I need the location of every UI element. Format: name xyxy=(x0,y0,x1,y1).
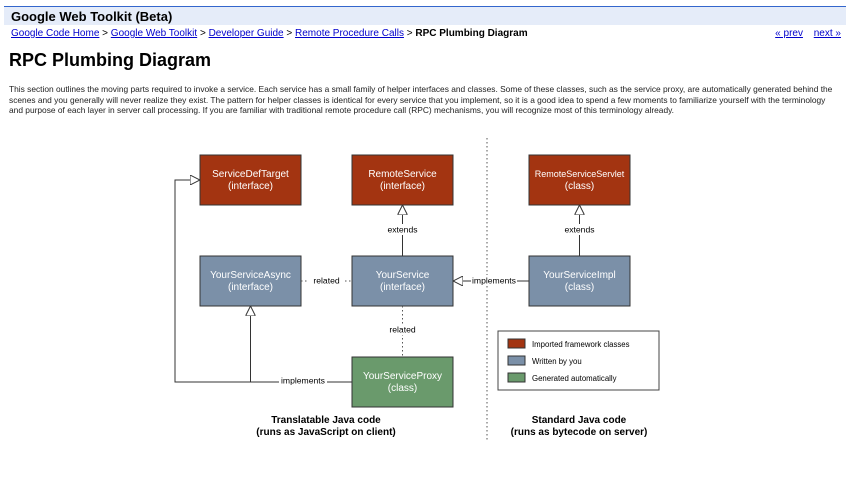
caption-client-subtitle: (runs as JavaScript on client) xyxy=(256,427,396,438)
legend: Imported framework classes Written by yo… xyxy=(497,330,660,391)
label-extends-your-service: extends xyxy=(387,225,417,235)
label-extends-your-service-impl: extends xyxy=(564,225,594,235)
caption-client-title: Translatable Java code xyxy=(271,415,381,426)
label-implements-proxy: implements xyxy=(281,376,325,386)
box-your-service-async-name: YourServiceAsync xyxy=(210,270,291,281)
box-your-service-async: YourServiceAsync (interface) xyxy=(199,255,302,307)
box-your-service-proxy-kind: (class) xyxy=(388,383,417,394)
box-service-def-target: ServiceDefTarget (interface) xyxy=(199,154,302,206)
box-remote-service-servlet-name: RemoteServiceServlet xyxy=(535,169,625,179)
label-implements-your-service-impl: implements xyxy=(472,276,516,286)
box-remote-service-kind: (interface) xyxy=(380,181,425,192)
box-service-def-target-name: ServiceDefTarget xyxy=(212,169,289,180)
box-service-def-target-kind: (interface) xyxy=(228,181,273,192)
box-your-service-proxy-name: YourServiceProxy xyxy=(363,371,442,382)
box-your-service-kind: (interface) xyxy=(380,282,425,293)
box-remote-service-servlet-kind: (class) xyxy=(565,181,594,192)
box-your-service-proxy: YourServiceProxy (class) xyxy=(351,356,454,408)
legend-swatch-written xyxy=(507,355,526,366)
box-remote-service-servlet: RemoteServiceServlet (class) xyxy=(528,154,631,206)
caption-server-subtitle: (runs as bytecode on server) xyxy=(511,427,648,438)
box-remote-service: RemoteService (interface) xyxy=(351,154,454,206)
label-related-async: related xyxy=(313,276,339,286)
label-related-proxy: related xyxy=(389,325,415,335)
legend-label-written: Written by you xyxy=(532,357,582,366)
caption-server-title: Standard Java code xyxy=(532,415,627,426)
box-remote-service-name: RemoteService xyxy=(368,169,437,180)
box-your-service-impl-name: YourServiceImpl xyxy=(543,270,615,281)
legend-swatch-generated xyxy=(507,372,526,383)
rpc-plumbing-diagram: ServiceDefTarget (interface) RemoteServi… xyxy=(174,138,660,440)
legend-swatch-framework xyxy=(507,338,526,349)
box-your-service-impl: YourServiceImpl (class) xyxy=(528,255,631,307)
box-your-service-async-kind: (interface) xyxy=(228,282,273,293)
box-your-service: YourService (interface) xyxy=(351,255,454,307)
legend-label-framework: Imported framework classes xyxy=(532,340,630,349)
legend-label-generated: Generated automatically xyxy=(532,374,617,383)
box-your-service-name: YourService xyxy=(376,270,430,281)
box-your-service-impl-kind: (class) xyxy=(565,282,594,293)
